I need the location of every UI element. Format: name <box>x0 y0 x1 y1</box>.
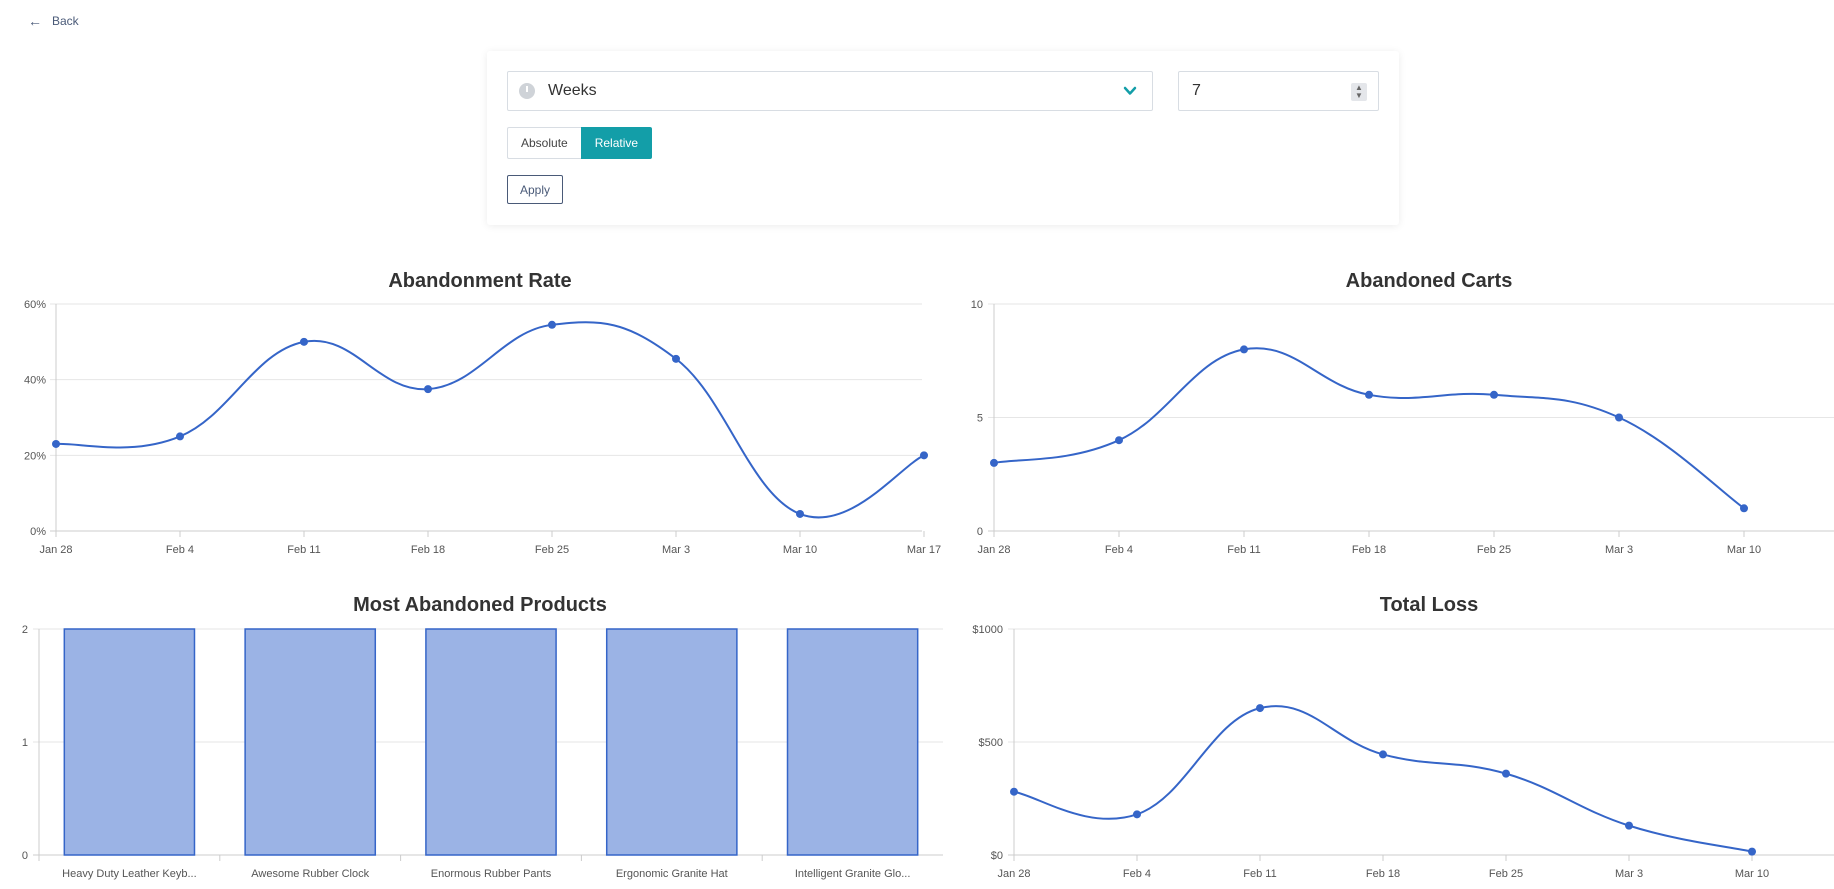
x-tick-label: Feb 25 <box>1489 868 1523 880</box>
data-point <box>52 439 60 448</box>
x-tick-label: Feb 18 <box>1352 544 1386 556</box>
data-point <box>1615 413 1623 422</box>
x-tick-label: Ergonomic Granite Hat <box>616 868 728 880</box>
bar <box>63 628 196 856</box>
y-tick-label: 60% <box>24 299 46 311</box>
data-point <box>300 337 308 346</box>
x-tick-label: Feb 4 <box>1105 544 1133 556</box>
series-line <box>55 321 925 519</box>
bar <box>605 628 738 856</box>
y-tick-label: $500 <box>979 737 1003 749</box>
x-tick-label: Mar 10 <box>1735 868 1769 880</box>
charts-canvas: 0% 20% 40% 60% Jan 28 Feb 4 Feb 11 Feb 18 Feb 25… <box>22 299 1834 880</box>
bar <box>244 628 377 856</box>
data-point <box>672 354 680 363</box>
x-tick-label: Awesome Rubber Clock <box>251 868 369 880</box>
x-tick-label: Intelligent Granite Glo... <box>795 868 911 880</box>
series-line <box>1013 705 1753 853</box>
y-tick-label: $1000 <box>972 624 1003 636</box>
x-tick-label: Jan 28 <box>997 868 1030 880</box>
x-tick-label: Heavy Duty Leather Keyb... <box>62 868 197 880</box>
data-point <box>796 509 804 518</box>
y-tick-label: 20% <box>24 450 46 462</box>
x-tick-label: Feb 25 <box>1477 544 1511 556</box>
data-point <box>1502 769 1510 778</box>
data-point <box>1490 390 1498 399</box>
x-tick-label: Jan 28 <box>39 544 72 556</box>
y-tick-label: 5 <box>977 413 983 425</box>
x-tick-label: Mar 3 <box>1615 868 1643 880</box>
data-point <box>990 458 998 467</box>
bar <box>425 628 557 856</box>
x-tick-label: Feb 4 <box>166 544 194 556</box>
y-tick-label: $0 <box>991 850 1003 862</box>
data-point <box>1240 345 1248 354</box>
data-point <box>548 320 556 329</box>
y-tick-label: 2 <box>22 624 28 636</box>
y-tick-label: 0 <box>977 526 983 538</box>
x-tick-label: Feb 18 <box>411 544 445 556</box>
x-tick-label: Feb 11 <box>1227 544 1260 556</box>
x-tick-label: Feb 4 <box>1123 868 1151 880</box>
x-tick-label: Mar 3 <box>662 544 690 556</box>
series-line <box>993 347 1745 510</box>
y-tick-label: 0% <box>30 526 46 538</box>
x-tick-label: Mar 3 <box>1605 544 1633 556</box>
x-tick-label: Feb 25 <box>535 544 569 556</box>
data-point <box>1133 810 1141 819</box>
data-point <box>1256 704 1264 713</box>
x-tick-label: Feb 11 <box>1243 868 1276 880</box>
y-tick-label: 10 <box>971 299 983 311</box>
data-point <box>176 432 184 441</box>
y-tick-label: 1 <box>22 737 28 749</box>
x-tick-label: Mar 17 <box>907 544 941 556</box>
data-point <box>920 451 928 460</box>
data-point <box>424 385 432 394</box>
x-tick-label: Feb 18 <box>1366 868 1400 880</box>
data-point <box>1748 847 1756 856</box>
bar <box>786 628 919 856</box>
data-point <box>1740 504 1748 513</box>
x-tick-label: Mar 10 <box>1727 544 1761 556</box>
y-tick-label: 40% <box>24 375 46 387</box>
x-tick-label: Jan 28 <box>977 544 1010 556</box>
data-point <box>1010 787 1018 796</box>
data-point <box>1379 750 1387 759</box>
data-point <box>1625 821 1633 830</box>
data-point <box>1365 390 1373 399</box>
y-tick-label: 0 <box>22 850 28 862</box>
x-tick-label: Feb 11 <box>287 544 320 556</box>
data-point <box>1115 436 1123 445</box>
x-tick-label: Mar 10 <box>783 544 817 556</box>
x-tick-label: Enormous Rubber Pants <box>431 868 552 880</box>
